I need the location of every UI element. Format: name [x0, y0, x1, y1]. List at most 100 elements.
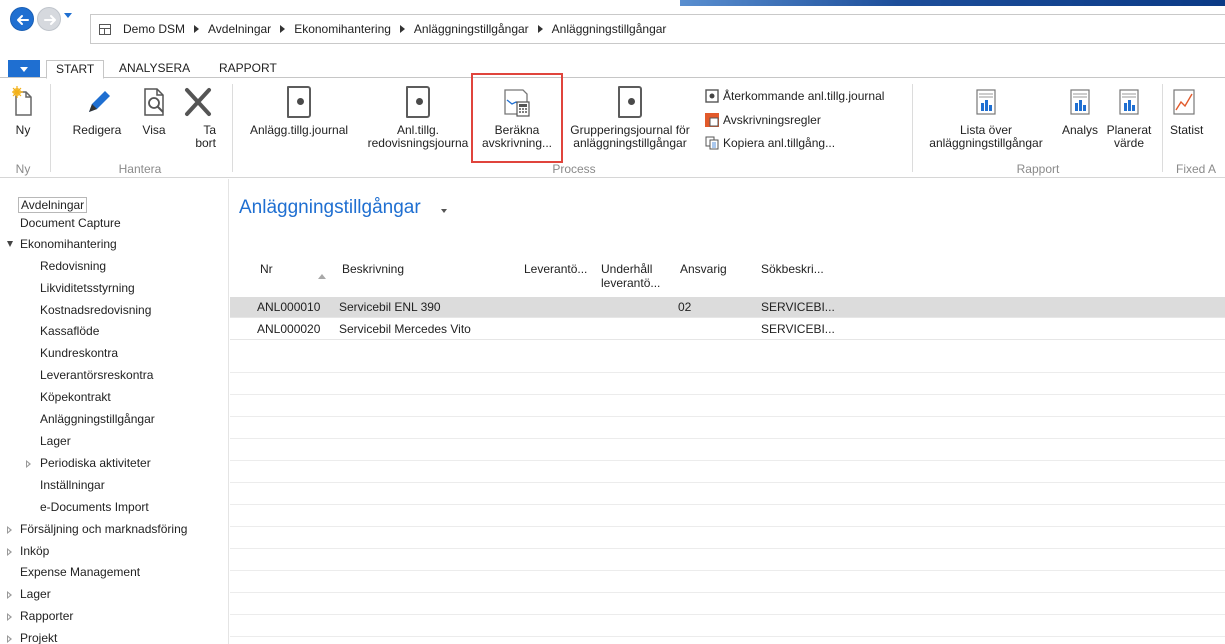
nav-item-periodiska-aktiviteter[interactable]: Periodiska aktiviteter [40, 456, 151, 470]
history-dropdown-icon[interactable] [64, 13, 72, 18]
page-title[interactable]: Anläggningstillgångar [239, 197, 421, 219]
collapsed-triangle-icon[interactable] [7, 526, 12, 534]
nav-item-redovisning[interactable]: Redovisning [40, 259, 106, 273]
group-separator [1162, 84, 1163, 172]
column-header-leverantor[interactable]: Leverantö... [524, 262, 587, 276]
forward-button[interactable] [37, 7, 61, 31]
recurring-fa-journal-button[interactable]: Återkommande anl.tillg.journal [705, 89, 884, 103]
column-header-beskrivning[interactable]: Beskrivning [342, 262, 404, 276]
analysis-report-button[interactable]: Analys [1058, 86, 1102, 137]
nav-item-avdelningar[interactable]: Avdelningar [18, 197, 88, 213]
nav-item-inkop[interactable]: Inköp [20, 544, 49, 558]
statistics-icon [1173, 89, 1195, 115]
fa-list-report-button[interactable]: Lista över anläggningstillgångar [922, 86, 1050, 150]
calculate-depreciation-button[interactable]: Beräkna avskrivning... [472, 86, 562, 150]
collapsed-triangle-icon[interactable] [26, 460, 31, 468]
fa-list-label-2: anläggningstillgångar [929, 136, 1043, 150]
cell-beskrivning: Servicebil Mercedes Vito [339, 322, 471, 336]
nav-item-e-documents-import[interactable]: e-Documents Import [40, 500, 149, 514]
column-header-underhall-line1: Underhåll [601, 262, 653, 276]
group-hantera-label: Hantera [118, 162, 162, 176]
window-icon [99, 23, 111, 35]
nav-item-lager-top[interactable]: Lager [20, 587, 51, 601]
address-bar[interactable]: Demo DSM Avdelningar Ekonomihantering An… [90, 14, 1225, 44]
nav-item-leverantorsreskontra[interactable]: Leverantörsreskontra [40, 368, 153, 382]
breadcrumb-item[interactable]: Avdelningar [208, 22, 271, 36]
empty-row-line [230, 636, 1225, 637]
collapsed-triangle-icon[interactable] [7, 548, 12, 556]
chevron-right-icon[interactable] [399, 25, 405, 33]
delete-button-label-2: bort [195, 136, 216, 150]
delete-button[interactable]: Ta bort [180, 86, 216, 150]
recurring-fa-journal-label: Återkommande anl.tillg.journal [723, 89, 885, 103]
edit-button[interactable]: Redigera [70, 86, 124, 137]
nav-item-rapporter[interactable]: Rapporter [20, 609, 73, 623]
column-header-nr[interactable]: Nr [260, 262, 273, 276]
pencil-icon [89, 91, 110, 112]
chevron-right-icon[interactable] [194, 25, 200, 33]
breadcrumb-item[interactable]: Demo DSM [123, 22, 185, 36]
ribbon: Ny Ny Redigera Visa Ta bort Hantera Anlä… [0, 73, 1225, 178]
back-button[interactable] [10, 7, 34, 31]
fa-journal-label: Anlägg.tillg.journal [249, 123, 349, 137]
group-fixed-label: Fixed A [1176, 162, 1217, 176]
nav-item-kassaflode[interactable]: Kassaflöde [40, 324, 99, 338]
column-header-underhall[interactable]: Underhåll leverantö... [601, 262, 660, 290]
collapsed-triangle-icon[interactable] [7, 635, 12, 643]
group-separator [912, 84, 913, 172]
nav-item-lager[interactable]: Lager [40, 434, 71, 448]
chevron-right-icon[interactable] [280, 25, 286, 33]
fa-gl-journal-button[interactable]: Anl.tillg. redovisningsjourna [358, 86, 478, 150]
journal-icon [406, 86, 430, 118]
breadcrumb-item[interactable]: Anläggningstillgångar [414, 22, 529, 36]
nav-item-expense-management[interactable]: Expense Management [20, 565, 140, 579]
application-menu-button[interactable] [8, 60, 40, 78]
nav-item-projekt[interactable]: Projekt [20, 631, 57, 644]
nav-item-likviditetsstyrning[interactable]: Likviditetsstyrning [40, 281, 135, 295]
rules-icon [705, 113, 719, 127]
journal-icon [287, 86, 311, 118]
calculate-depreciation-icon [504, 89, 530, 117]
new-button[interactable]: Ny [10, 86, 36, 137]
nav-item-document-capture[interactable]: Document Capture [20, 216, 121, 230]
nav-item-installningar[interactable]: Inställningar [40, 478, 105, 492]
nav-item-anlaggningstillgangar[interactable]: Anläggningstillgångar [40, 412, 155, 426]
breadcrumb-item[interactable]: Anläggningstillgångar [552, 22, 667, 36]
title-bar: Demo DSM Avdelningar Ekonomihantering An… [0, 0, 1225, 58]
depreciation-rules-button[interactable]: Avskrivningsregler [705, 113, 821, 127]
sort-ascending-icon [318, 274, 326, 279]
projected-value-report-button[interactable]: Planerat värde [1104, 86, 1154, 150]
close-icon [185, 88, 211, 116]
table-row[interactable]: ANL000020 Servicebil Mercedes Vito SERVI… [230, 319, 1225, 340]
fa-journal-button[interactable]: Anlägg.tillg.journal [240, 86, 358, 137]
nav-item-kostnadsredovisning[interactable]: Kostnadsredovisning [40, 303, 151, 317]
breadcrumb-item[interactable]: Ekonomihantering [294, 22, 391, 36]
nav-item-ekonomihantering[interactable]: Ekonomihantering [20, 237, 117, 251]
column-header-ansvarig[interactable]: Ansvarig [680, 262, 727, 276]
chevron-down-icon[interactable] [441, 209, 447, 213]
arrow-right-icon [44, 15, 56, 25]
empty-row-line [230, 438, 1225, 439]
nav-item-kundreskontra[interactable]: Kundreskontra [40, 346, 118, 360]
table-row[interactable]: ANL000010 Servicebil ENL 390 02 SERVICEB… [230, 297, 1225, 318]
fa-reclass-journal-label-2: anläggningstillgångar [573, 136, 687, 150]
empty-row-line [230, 416, 1225, 417]
list-page: Anläggningstillgångar Nr Beskrivning Lev… [230, 179, 1225, 644]
tab-start[interactable]: START [46, 60, 105, 79]
projected-value-label-2: värde [1113, 136, 1145, 150]
ribbon-tab-row: START ANALYSERA RAPPORT [0, 58, 1225, 79]
view-button[interactable]: Visa [136, 86, 172, 137]
nav-item-kopekontrakt[interactable]: Köpekontrakt [40, 390, 111, 404]
collapsed-triangle-icon[interactable] [7, 613, 12, 621]
new-button-label: Ny [15, 123, 31, 137]
collapsed-triangle-icon[interactable] [7, 591, 12, 599]
expanded-triangle-icon[interactable] [7, 241, 13, 247]
chevron-right-icon[interactable] [537, 25, 543, 33]
column-header-sokbeskrivning[interactable]: Sökbeskri... [761, 262, 824, 276]
nav-item-forsaljning[interactable]: Försäljning och marknadsföring [20, 522, 187, 536]
copy-fa-button[interactable]: Kopiera anl.tillgång... [705, 136, 835, 150]
empty-row-line [230, 592, 1225, 593]
fa-reclass-journal-button[interactable]: Grupperingsjournal för anläggningstillgå… [562, 86, 698, 150]
journal-small-icon [705, 89, 719, 103]
statistics-button[interactable]: Statist [1168, 86, 1225, 137]
